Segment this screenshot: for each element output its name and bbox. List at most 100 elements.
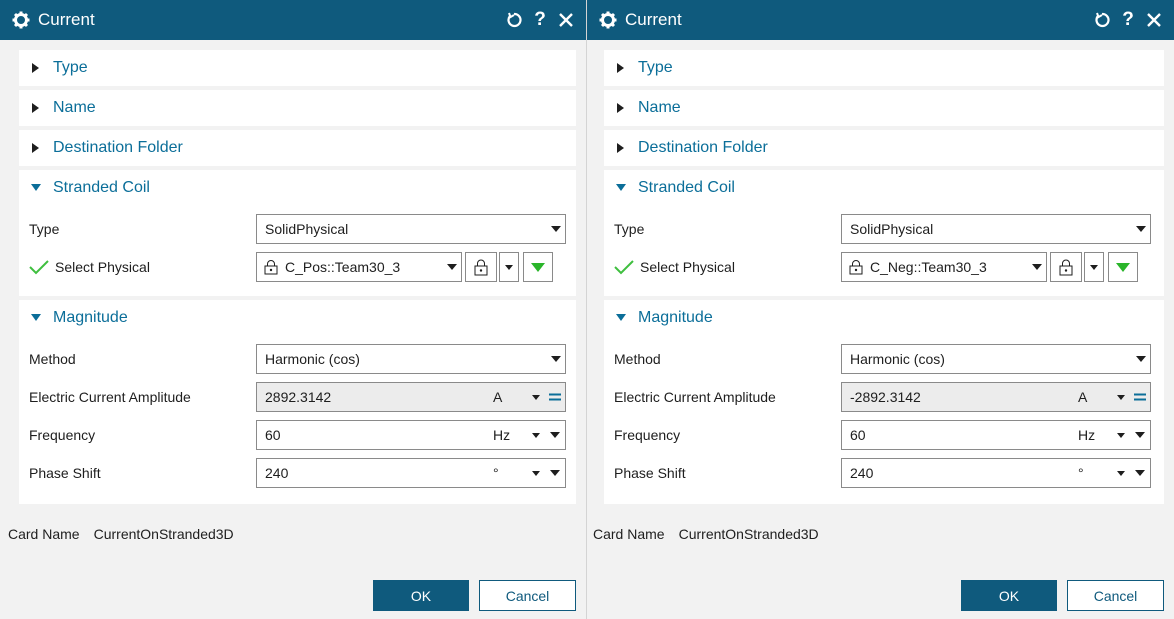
amplitude-input[interactable]: 2892.3142 A xyxy=(256,382,566,412)
chevron-down-icon[interactable] xyxy=(527,470,545,476)
amplitude-label: Electric Current Amplitude xyxy=(29,389,191,405)
section-type-header[interactable]: Type xyxy=(604,50,1164,86)
chevron-down-icon[interactable] xyxy=(1112,394,1130,400)
section-destination-header[interactable]: Destination Folder xyxy=(19,130,576,166)
phase-input[interactable]: 240 ° xyxy=(256,458,566,488)
select-physical-label-wrap: Select Physical xyxy=(29,259,256,275)
section-label: Destination Folder xyxy=(53,139,183,156)
frequency-row: Frequency 60 Hz xyxy=(604,416,1164,454)
lock-icon xyxy=(263,259,279,275)
chevron-down-icon[interactable] xyxy=(1130,470,1150,476)
method-select[interactable]: Harmonic (cos) xyxy=(256,344,566,374)
frequency-value: 60 xyxy=(265,427,281,443)
cancel-button[interactable]: Cancel xyxy=(1067,580,1164,611)
chevron-down-icon[interactable] xyxy=(527,394,545,400)
section-type-header[interactable]: Type xyxy=(19,50,576,86)
close-icon[interactable] xyxy=(1142,8,1166,32)
section-name: Name xyxy=(19,90,576,126)
section-label: Magnitude xyxy=(638,309,713,326)
chevron-down-icon[interactable] xyxy=(545,470,565,476)
amplitude-label: Electric Current Amplitude xyxy=(614,389,776,405)
method-select[interactable]: Harmonic (cos) xyxy=(841,344,1151,374)
triangle-down-icon xyxy=(614,311,628,325)
dialog-buttons: OK Cancel xyxy=(961,580,1164,611)
select-physical-dropdown[interactable]: C_Pos::Team30_3 xyxy=(256,252,462,282)
stranded-type-select[interactable]: SolidPhysical xyxy=(841,214,1151,244)
section-destination-folder: Destination Folder xyxy=(19,130,576,166)
lock-icon xyxy=(1059,259,1073,276)
lock-toggle-button[interactable] xyxy=(465,252,497,282)
help-icon[interactable]: ? xyxy=(1116,8,1140,32)
frequency-unit: Hz xyxy=(1078,427,1096,443)
section-type: Type xyxy=(604,50,1164,86)
phase-input[interactable]: 240 ° xyxy=(841,458,1151,488)
section-name-header[interactable]: Name xyxy=(19,90,576,126)
method-row: Method Harmonic (cos) xyxy=(19,340,576,378)
frequency-input[interactable]: 60 Hz xyxy=(841,420,1151,450)
help-icon[interactable]: ? xyxy=(528,8,552,32)
phase-label: Phase Shift xyxy=(614,465,686,481)
frequency-label: Frequency xyxy=(29,427,96,443)
phase-unit: ° xyxy=(1078,465,1084,481)
amplitude-value: 2892.3142 xyxy=(265,389,332,405)
section-stranded-header[interactable]: Stranded Coil xyxy=(19,170,576,206)
chevron-down-icon[interactable] xyxy=(545,432,565,438)
frequency-label: Frequency xyxy=(614,427,681,443)
chevron-down-icon[interactable] xyxy=(527,432,545,438)
section-label: Stranded Coil xyxy=(53,179,150,196)
section-label: Magnitude xyxy=(53,309,128,326)
ok-button[interactable]: OK xyxy=(373,580,469,611)
amplitude-input[interactable]: -2892.3142 A xyxy=(841,382,1151,412)
check-icon xyxy=(614,259,634,275)
reset-icon[interactable] xyxy=(1090,8,1114,32)
section-magnitude: Magnitude Method Harmonic (cos) Electric… xyxy=(19,300,576,504)
select-physical-value: C_Neg::Team30_3 xyxy=(870,259,987,275)
section-type: Type xyxy=(19,50,576,86)
section-magnitude-header[interactable]: Magnitude xyxy=(19,300,576,336)
gear-icon xyxy=(597,9,619,31)
section-magnitude-header[interactable]: Magnitude xyxy=(604,300,1164,336)
chevron-down-icon[interactable] xyxy=(1130,432,1150,438)
lock-options-button[interactable] xyxy=(1084,252,1104,282)
titlebar: Current ? xyxy=(587,0,1174,40)
current-dialog-right: Current ? Type Name Destination Folder S… xyxy=(587,0,1174,619)
chevron-down-icon xyxy=(1132,356,1150,362)
select-physical-row: Select Physical C_Pos::Team30_3 xyxy=(19,248,576,286)
phase-unit: ° xyxy=(493,465,499,481)
section-destination-header[interactable]: Destination Folder xyxy=(604,130,1164,166)
stranded-type-select[interactable]: SolidPhysical xyxy=(256,214,566,244)
chevron-down-icon[interactable] xyxy=(1112,432,1130,438)
ok-button[interactable]: OK xyxy=(961,580,1057,611)
triangle-right-icon xyxy=(614,141,628,155)
triangle-down-icon xyxy=(29,311,43,325)
expand-list-button[interactable] xyxy=(523,252,553,282)
select-physical-dropdown[interactable]: C_Neg::Team30_3 xyxy=(841,252,1047,282)
dialog-title: Current xyxy=(38,10,95,29)
phase-label: Phase Shift xyxy=(29,465,101,481)
lock-icon xyxy=(474,259,488,276)
green-arrow-down-icon xyxy=(531,262,545,272)
chevron-down-icon xyxy=(1132,226,1150,232)
section-stranded-header[interactable]: Stranded Coil xyxy=(604,170,1164,206)
equals-icon[interactable] xyxy=(1130,393,1150,401)
cancel-button[interactable]: Cancel xyxy=(479,580,576,611)
amplitude-value: -2892.3142 xyxy=(850,389,921,405)
chevron-down-icon[interactable] xyxy=(1112,470,1130,476)
stranded-type-label: Type xyxy=(29,221,60,237)
section-stranded-coil: Stranded Coil Type SolidPhysical Select … xyxy=(604,170,1164,296)
lock-toggle-button[interactable] xyxy=(1050,252,1082,282)
green-arrow-down-icon xyxy=(1116,262,1130,272)
expand-list-button[interactable] xyxy=(1108,252,1138,282)
section-name-header[interactable]: Name xyxy=(604,90,1164,126)
card-name-label: Card Name xyxy=(8,526,80,542)
reset-icon[interactable] xyxy=(502,8,526,32)
equals-icon[interactable] xyxy=(545,393,565,401)
stranded-type-value: SolidPhysical xyxy=(850,221,934,237)
triangle-down-icon xyxy=(614,181,628,195)
phase-row: Phase Shift 240 ° xyxy=(604,454,1164,492)
amplitude-unit: A xyxy=(493,389,503,405)
lock-options-button[interactable] xyxy=(499,252,519,282)
close-icon[interactable] xyxy=(554,8,578,32)
phase-row: Phase Shift 240 ° xyxy=(19,454,576,492)
frequency-input[interactable]: 60 Hz xyxy=(256,420,566,450)
